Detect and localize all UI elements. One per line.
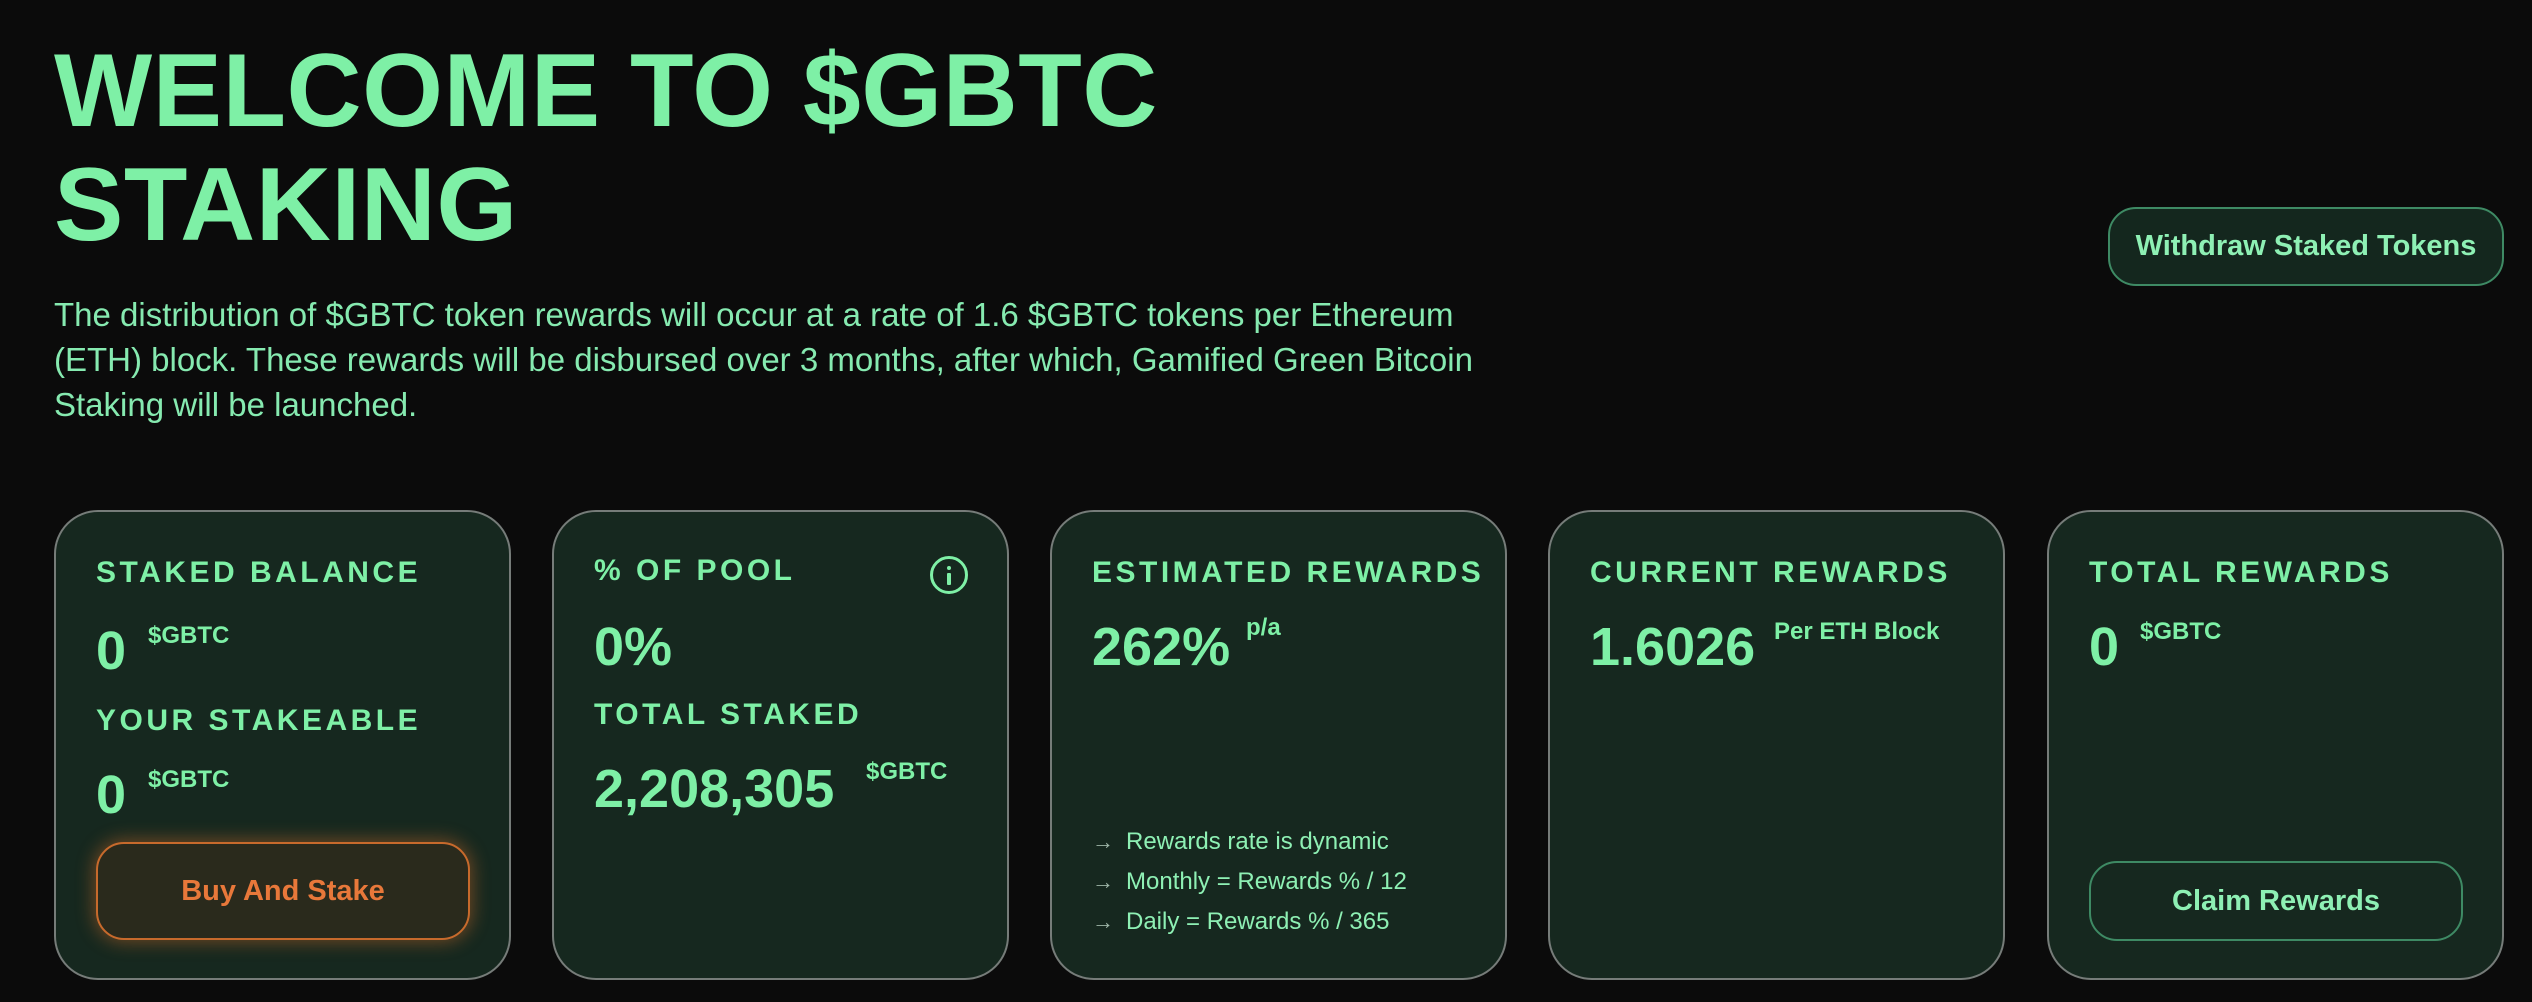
total-staked-label: TOTAL STAKED (594, 698, 863, 731)
stakeable-label: YOUR STAKEABLE (96, 704, 422, 737)
total-rewards-unit: $GBTC (2140, 618, 2222, 645)
pool-card: % OF POOL 0% TOTAL STAKED 2,208,305 $GBT… (552, 510, 1009, 980)
pool-share-value: 0% (594, 617, 673, 677)
stakeable-unit: $GBTC (148, 766, 230, 793)
current-rewards-label: CURRENT REWARDS (1590, 556, 1951, 589)
note-text: Daily = Rewards % / 365 (1126, 908, 1390, 935)
arrow-right-icon: → (1092, 869, 1114, 894)
current-rewards-value: 1.6026 (1590, 617, 1756, 677)
pool-share-label: % OF POOL (594, 554, 796, 587)
list-item: → Rewards rate is dynamic (1092, 822, 1407, 862)
list-item: → Monthly = Rewards % / 12 (1092, 862, 1407, 902)
withdraw-staked-tokens-button[interactable]: Withdraw Staked Tokens (2108, 207, 2504, 286)
arrow-right-icon: → (1092, 829, 1114, 854)
note-text: Monthly = Rewards % / 12 (1126, 868, 1407, 895)
note-text: Rewards rate is dynamic (1126, 828, 1389, 855)
current-rewards-unit: Per ETH Block (1774, 618, 1940, 645)
estimated-rewards-card: ESTIMATED REWARDS 262% p/a → Rewards rat… (1050, 510, 1507, 980)
estimated-rewards-unit: p/a (1246, 614, 1281, 641)
staking-page: WELCOME TO $GBTC STAKING The distributio… (0, 0, 2532, 1002)
claim-rewards-button[interactable]: Claim Rewards (2089, 861, 2463, 941)
rewards-notes-list: → Rewards rate is dynamic → Monthly = Re… (1092, 822, 1407, 942)
title-line-2: STAKING (54, 147, 518, 263)
estimated-rewards-label: ESTIMATED REWARDS (1092, 556, 1485, 589)
total-rewards-card: TOTAL REWARDS 0 $GBTC Claim Rewards (2047, 510, 2504, 980)
total-staked-value: 2,208,305 (594, 759, 835, 819)
staked-balance-value: 0 (96, 621, 127, 681)
page-title: WELCOME TO $GBTC STAKING (54, 34, 1158, 262)
stakeable-value: 0 (96, 765, 127, 825)
staked-balance-label: STAKED BALANCE (96, 556, 422, 589)
arrow-right-icon: → (1092, 909, 1114, 934)
total-staked-unit: $GBTC (866, 758, 948, 785)
staked-balance-card: STAKED BALANCE 0 $GBTC YOUR STAKEABLE 0 … (54, 510, 511, 980)
buy-and-stake-button[interactable]: Buy And Stake (96, 842, 470, 940)
info-icon[interactable] (930, 556, 968, 594)
current-rewards-card: CURRENT REWARDS 1.6026 Per ETH Block (1548, 510, 2005, 980)
title-line-1: WELCOME TO $GBTC (54, 33, 1158, 149)
list-item: → Daily = Rewards % / 365 (1092, 902, 1407, 942)
total-rewards-label: TOTAL REWARDS (2089, 556, 2393, 589)
estimated-rewards-value: 262% (1092, 617, 1231, 677)
total-rewards-value: 0 (2089, 617, 2120, 677)
page-description: The distribution of $GBTC token rewards … (54, 296, 1473, 423)
staked-balance-unit: $GBTC (148, 622, 230, 649)
